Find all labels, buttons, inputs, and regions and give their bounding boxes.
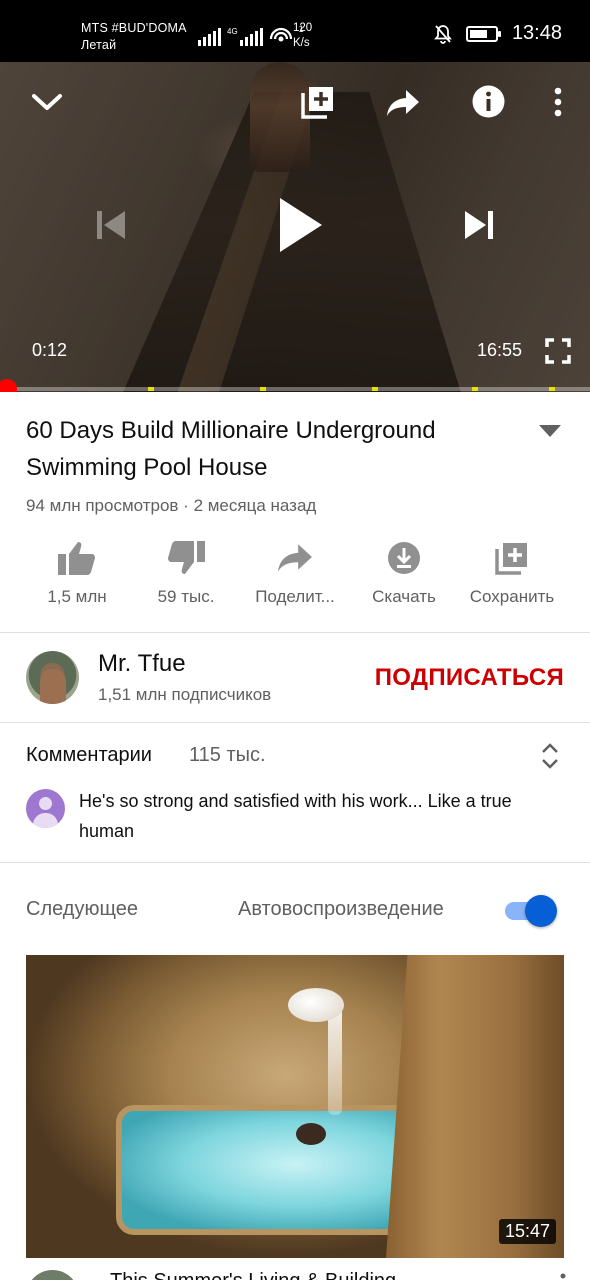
up-next-channel-avatar[interactable] [26, 1270, 79, 1280]
video-meta: 94 млн просмотров · 2 месяца назад [26, 496, 317, 515]
add-to-playlist-icon [457, 535, 567, 581]
share-label: Поделит... [255, 587, 335, 606]
save-label: Сохранить [469, 587, 555, 606]
dislike-count: 59 тыс. [157, 587, 215, 606]
subscriber-count: 1,51 млн подписчиков [98, 685, 272, 704]
expand-description-icon[interactable] [538, 424, 562, 443]
up-next-label: Следующее [26, 898, 138, 920]
share-icon[interactable] [386, 88, 420, 118]
like-count: 1,5 млн [47, 587, 107, 606]
hotspot-icon [269, 27, 292, 42]
carrier-name: MTS #BUD'DOMA [81, 21, 187, 35]
divider [0, 722, 590, 723]
status-right: 13:48 [434, 22, 562, 45]
divider [0, 862, 590, 863]
add-to-playlist-icon[interactable] [300, 84, 336, 120]
info-icon[interactable] [471, 84, 506, 119]
comments-count: 115 тыс. [189, 744, 266, 766]
comments-title: Комментарии [26, 744, 152, 766]
video-duration: 16:55 [477, 340, 523, 360]
unfold-icon[interactable] [540, 742, 560, 775]
download-icon [349, 535, 459, 581]
action-bar: 1,5 млн 59 тыс. Поделит... Скачать Сохра… [0, 535, 590, 615]
subscribe-button[interactable]: ПОДПИСАТЬСЯ [375, 664, 564, 692]
share-button[interactable]: Поделит... [240, 535, 350, 607]
autoplay-label: Автовоспроизведение [238, 898, 444, 920]
collapse-chevron-icon[interactable] [30, 88, 64, 116]
channel-name[interactable]: Mr. Tfue [98, 650, 186, 678]
save-button[interactable]: Сохранить [457, 535, 567, 607]
notifications-off-icon [434, 24, 452, 44]
video-player[interactable]: 0:12 16:55 [0, 62, 590, 392]
thumb-up-icon [22, 535, 132, 581]
thumb-down-icon [131, 535, 241, 581]
previous-icon[interactable] [94, 208, 128, 242]
chapter-marker [472, 387, 478, 391]
carrier-subtitle: Летай [81, 38, 117, 52]
video-title[interactable]: 60 Days Build Millionaire Underground Sw… [26, 412, 496, 486]
mobile-data-icon: 4G [227, 28, 263, 46]
next-icon[interactable] [462, 208, 496, 242]
status-bar: MTS #BUD'DOMA Летай 4G 1 120 K/s 13:48 [0, 0, 590, 62]
chapter-marker [371, 387, 378, 391]
commenter-avatar [26, 789, 65, 828]
current-time: 0:12 [32, 340, 68, 360]
dislike-button[interactable]: 59 тыс. [131, 535, 241, 607]
top-comment-text: He's so strong and satisfied with his wo… [79, 791, 512, 841]
download-label: Скачать [372, 587, 436, 606]
chapter-marker [147, 387, 154, 391]
channel-avatar[interactable] [26, 651, 79, 704]
network-type-label: 4G [227, 27, 238, 36]
battery-icon [465, 25, 501, 42]
network-speed: 120 K/s [293, 22, 313, 49]
up-next-title[interactable]: This Summer's Living & Building [110, 1270, 396, 1280]
autoplay-toggle[interactable] [505, 895, 559, 927]
play-icon[interactable] [278, 196, 324, 254]
more-vert-icon[interactable] [550, 86, 566, 118]
up-next-thumbnail[interactable]: 15:47 [26, 955, 564, 1258]
like-button[interactable]: 1,5 млн [22, 535, 132, 607]
more-vert-icon[interactable] [558, 1272, 568, 1280]
chapter-marker [548, 387, 555, 391]
clock: 13:48 [511, 22, 562, 44]
share-icon [240, 535, 350, 581]
divider [0, 632, 590, 633]
signal-strength-icon [198, 28, 221, 46]
up-next-duration: 15:47 [498, 1219, 556, 1244]
fullscreen-icon[interactable] [545, 338, 571, 364]
carrier-info: MTS #BUD'DOMA Летай [81, 20, 187, 54]
progress-bar[interactable] [0, 379, 590, 392]
download-button[interactable]: Скачать [349, 535, 459, 607]
signal-icons: 4G 1 [198, 24, 304, 46]
chapter-marker [259, 387, 266, 391]
